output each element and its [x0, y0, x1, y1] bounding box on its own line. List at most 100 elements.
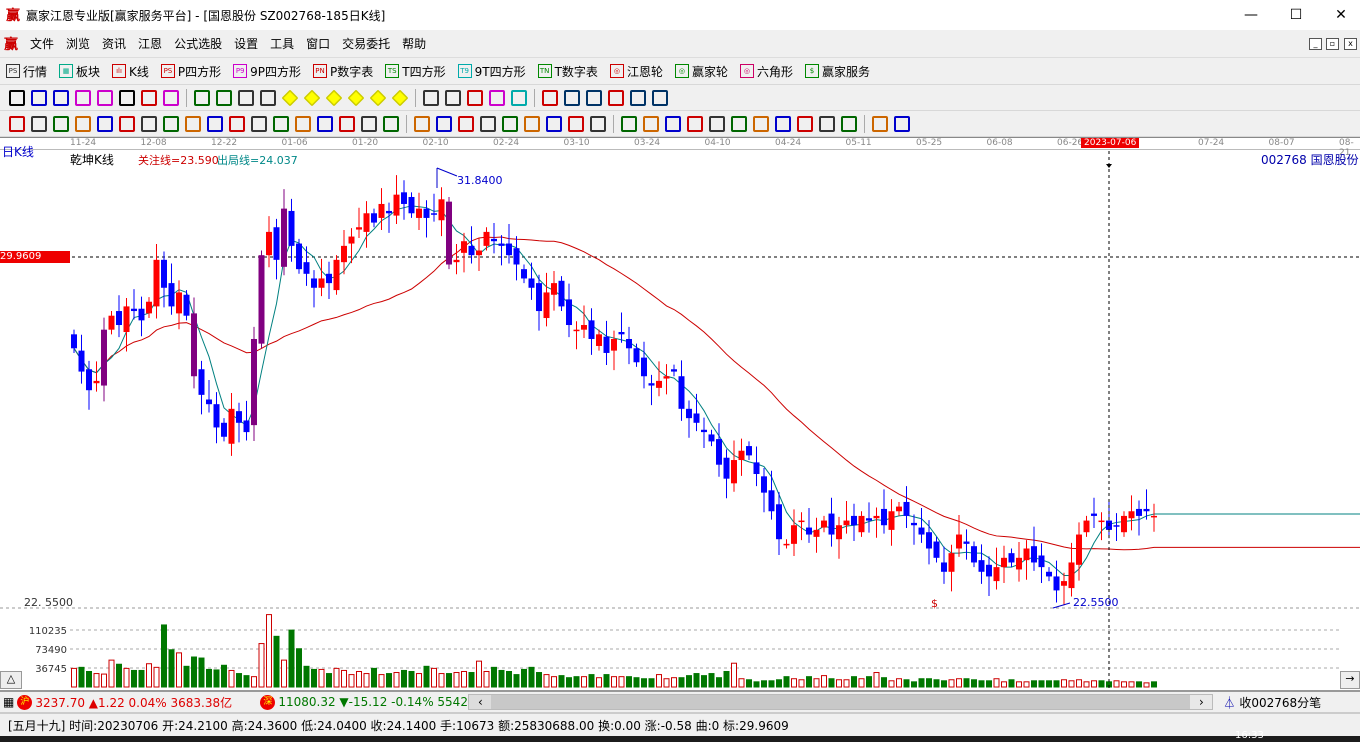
minimize-button[interactable]: —	[1228, 0, 1274, 30]
menu-item-6[interactable]: 工具	[264, 35, 300, 52]
fan3-icon[interactable]	[97, 115, 113, 132]
box-icon[interactable]	[251, 115, 267, 132]
scroll-right-button[interactable]: ›	[1190, 695, 1213, 709]
menu-item-9[interactable]: 帮助	[396, 35, 432, 52]
angle1-icon[interactable]	[185, 115, 201, 132]
hand-icon[interactable]	[423, 89, 439, 106]
close-button[interactable]: ✕	[1318, 0, 1360, 30]
line-icon[interactable]	[511, 89, 527, 106]
prev-icon[interactable]	[238, 89, 254, 106]
spiral-icon[interactable]	[229, 115, 245, 132]
mdi-close-button[interactable]: x	[1344, 38, 1357, 50]
toolbar-button-3[interactable]: PS P四方形	[155, 63, 227, 80]
fan4-icon[interactable]	[119, 115, 135, 132]
toolbar-button-12[interactable]: $ 赢家服务	[799, 63, 876, 80]
print-icon[interactable]	[652, 89, 668, 106]
toolbar-button-9[interactable]: ◎ 江恩轮	[604, 63, 669, 80]
toolbar-button-6[interactable]: TS T四方形	[379, 63, 451, 80]
fan1-icon[interactable]	[53, 115, 69, 132]
menu-item-8[interactable]: 交易委托	[336, 35, 396, 52]
color-icon[interactable]	[163, 89, 179, 106]
toolbar-button-1[interactable]: ▦ 板块	[53, 63, 106, 80]
period-icon[interactable]	[9, 89, 25, 106]
lines6-icon[interactable]	[819, 115, 835, 132]
fib3-icon[interactable]	[361, 115, 377, 132]
indicator9-icon[interactable]	[97, 89, 113, 106]
quote-table-icon[interactable]: ▦	[3, 695, 14, 709]
lines3-icon[interactable]	[753, 115, 769, 132]
gann5-icon[interactable]	[480, 115, 496, 132]
zoom-icon[interactable]	[141, 89, 157, 106]
gann2-icon[interactable]	[414, 115, 430, 132]
menu-item-1[interactable]: 浏览	[60, 35, 96, 52]
fib1-icon[interactable]	[317, 115, 333, 132]
line2-icon[interactable]	[731, 115, 747, 132]
arrow-icon[interactable]	[687, 115, 703, 132]
toolbar-button-10[interactable]: ◎ 赢家轮	[669, 63, 734, 80]
menu-item-3[interactable]: 江恩	[132, 35, 168, 52]
arc-icon[interactable]	[207, 115, 223, 132]
toolbar-button-8[interactable]: TN T数字表	[532, 63, 604, 80]
gann4-icon[interactable]	[458, 115, 474, 132]
pencil-icon[interactable]	[9, 115, 25, 132]
toolbar-button-7[interactable]: T9 9T四方形	[452, 63, 532, 80]
calculator-icon[interactable]	[564, 89, 580, 106]
toolbar-button-5[interactable]: PN P数字表	[307, 63, 379, 80]
toolbar-button-0[interactable]: PS 行情	[0, 63, 53, 80]
gann9-icon[interactable]	[568, 115, 584, 132]
nav-star-icon[interactable]	[369, 89, 387, 106]
fan2-icon[interactable]	[75, 115, 91, 132]
network-icon[interactable]	[630, 89, 646, 106]
menu-item-2[interactable]: 资讯	[96, 35, 132, 52]
slope-icon[interactable]	[273, 115, 289, 132]
next-icon[interactable]	[260, 89, 276, 106]
gann7-icon[interactable]	[524, 115, 540, 132]
coin2-icon[interactable]	[665, 115, 681, 132]
ruler-icon[interactable]	[163, 115, 179, 132]
gann6-icon[interactable]	[502, 115, 518, 132]
nav-left-icon[interactable]	[281, 89, 299, 106]
save-icon[interactable]	[608, 89, 624, 106]
toolbar-button-4[interactable]: P9 9P四方形	[227, 63, 307, 80]
nav-all-icon[interactable]	[391, 89, 409, 106]
gann3-icon[interactable]	[436, 115, 452, 132]
toolbar-button-11[interactable]: ◎ 六角形	[734, 63, 799, 80]
expand-right-button[interactable]: →	[1340, 671, 1360, 689]
gann8-icon[interactable]	[546, 115, 562, 132]
crosshair-icon[interactable]	[445, 89, 461, 106]
toolbar-button-2[interactable]: ılı K线	[106, 63, 155, 80]
infinity-icon[interactable]	[894, 115, 910, 132]
node-icon[interactable]	[489, 89, 505, 106]
fib2-icon[interactable]	[339, 115, 355, 132]
draw-icon[interactable]	[31, 89, 47, 106]
pattern-icon[interactable]	[467, 89, 483, 106]
menu-item-0[interactable]: 文件	[24, 35, 60, 52]
nav-right-icon[interactable]	[303, 89, 321, 106]
notes-icon[interactable]	[53, 89, 69, 106]
scroll-thumb[interactable]	[491, 695, 1191, 709]
kline-chart[interactable]: 36745 73490 110235	[0, 137, 1360, 690]
restore-panel-button[interactable]: △	[0, 671, 22, 689]
pct2-icon[interactable]	[621, 115, 637, 132]
lines5-icon[interactable]	[797, 115, 813, 132]
circle-icon[interactable]	[141, 115, 157, 132]
nav-up-icon[interactable]	[325, 89, 343, 106]
indicator3-icon[interactable]	[75, 89, 91, 106]
calendar-icon[interactable]	[542, 89, 558, 106]
nav-cross-icon[interactable]	[347, 89, 365, 106]
channel-icon[interactable]	[295, 115, 311, 132]
mdi-minimize-button[interactable]: _	[1309, 38, 1322, 50]
square-icon[interactable]	[709, 115, 725, 132]
scroll-left-button[interactable]: ‹	[469, 695, 491, 709]
menu-item-5[interactable]: 设置	[228, 35, 264, 52]
gann1-icon[interactable]	[383, 115, 399, 132]
horizontal-scrollbar[interactable]: ‹ ›	[468, 694, 1214, 710]
menu-item-7[interactable]: 窗口	[300, 35, 336, 52]
lines4-icon[interactable]	[775, 115, 791, 132]
mdi-restore-button[interactable]: ▫	[1326, 38, 1339, 50]
percent-icon[interactable]	[590, 115, 606, 132]
coin-icon[interactable]	[643, 115, 659, 132]
menu-item-4[interactable]: 公式选股	[168, 35, 228, 52]
last-icon[interactable]	[216, 89, 232, 106]
maximize-button[interactable]: ☐	[1273, 0, 1319, 30]
